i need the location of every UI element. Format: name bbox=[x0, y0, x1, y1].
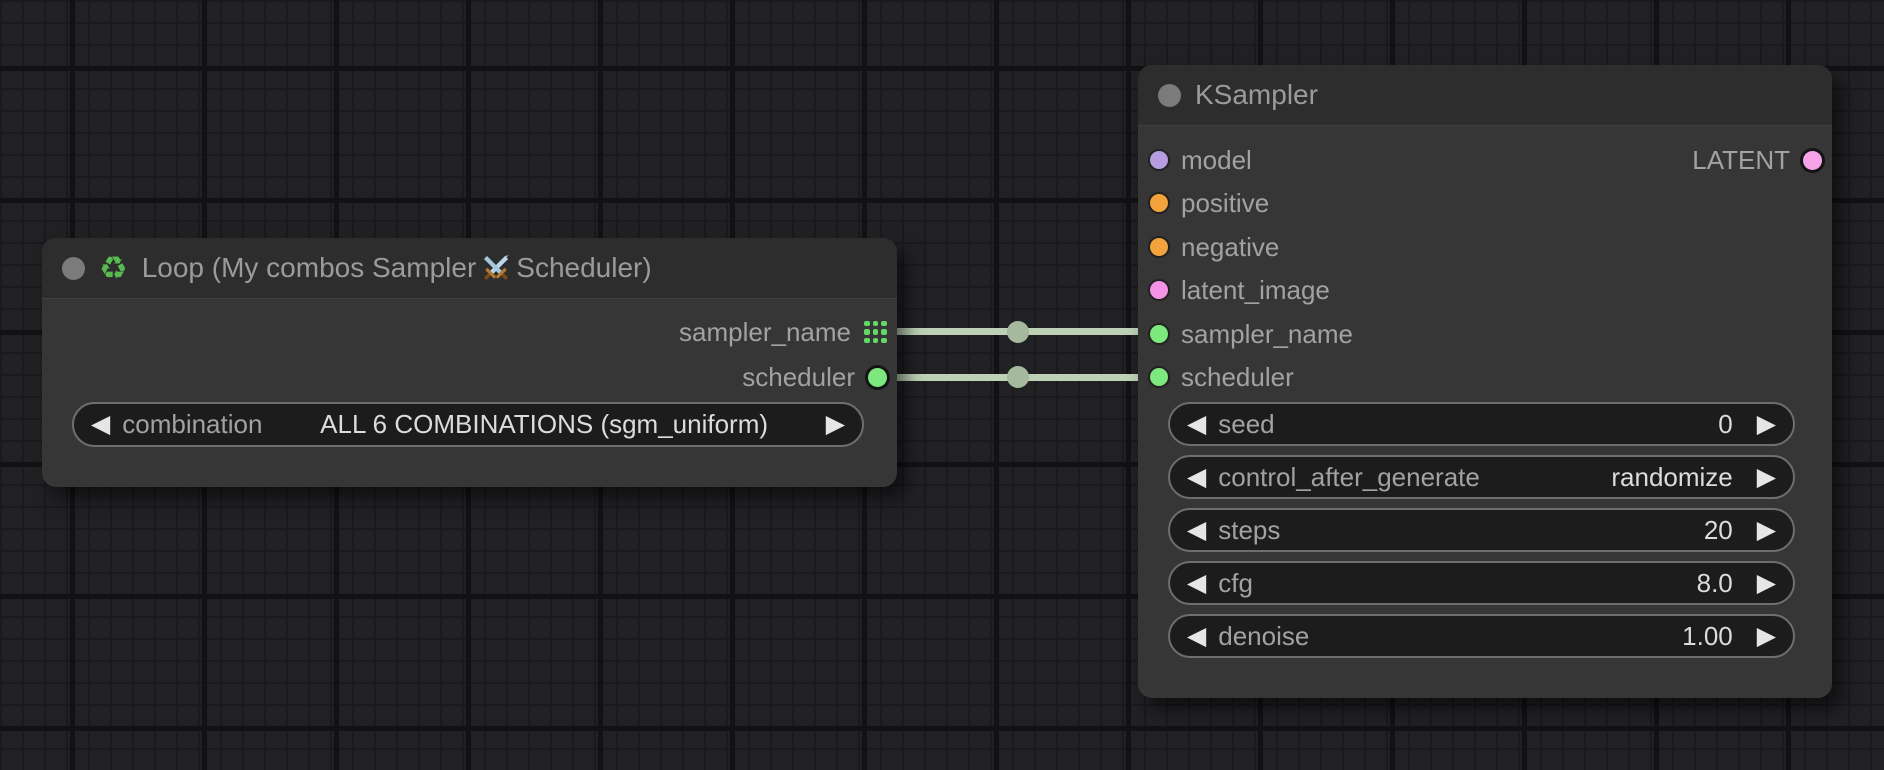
collapse-dot[interactable] bbox=[1158, 84, 1181, 107]
slot-label: scheduler bbox=[1181, 362, 1294, 393]
increment-arrow-icon[interactable]: ▶ bbox=[1757, 412, 1776, 437]
crossed-swords-icon bbox=[479, 251, 513, 285]
widget-value: 0 bbox=[1718, 409, 1732, 440]
loop-node-title: Loop (My combos Sampler Scheduler) bbox=[142, 251, 652, 285]
combination-widget[interactable]: ◀ combination ALL 6 COMBINATIONS (sgm_un… bbox=[72, 402, 864, 447]
link-midpoint-dot[interactable] bbox=[1007, 321, 1029, 343]
input-dot[interactable] bbox=[1150, 325, 1168, 343]
decrement-arrow-icon[interactable]: ◀ bbox=[1187, 571, 1206, 596]
slot-label: sampler_name bbox=[1181, 319, 1353, 350]
node-ksampler: KSampler model positive negative latent_… bbox=[1138, 65, 1832, 698]
widget-value: ALL 6 COMBINATIONS (sgm_uniform) bbox=[274, 409, 813, 440]
output-slot-latent: LATENT bbox=[1692, 143, 1822, 177]
input-slot-latent-image: latent_image bbox=[1150, 273, 1330, 307]
ksampler-node-titlebar[interactable]: KSampler bbox=[1138, 65, 1832, 126]
combo-grid-output-icon[interactable] bbox=[864, 321, 887, 344]
link-midpoint-dot[interactable] bbox=[1007, 366, 1029, 388]
input-dot[interactable] bbox=[1150, 368, 1168, 386]
steps-widget[interactable]: ◀ steps 20 ▶ bbox=[1168, 508, 1795, 552]
denoise-widget[interactable]: ◀ denoise 1.00 ▶ bbox=[1168, 614, 1795, 658]
link-wire-scheduler[interactable] bbox=[893, 374, 1165, 381]
input-slot-sampler-name: sampler_name bbox=[1150, 317, 1353, 351]
input-slot-model: model bbox=[1150, 143, 1252, 177]
widget-label: cfg bbox=[1218, 568, 1253, 599]
widget-label: denoise bbox=[1218, 621, 1309, 652]
slot-label: positive bbox=[1181, 188, 1269, 219]
input-dot[interactable] bbox=[1150, 281, 1168, 299]
widget-value: randomize bbox=[1611, 462, 1732, 493]
widget-value: 8.0 bbox=[1697, 568, 1733, 599]
widget-label: seed bbox=[1218, 409, 1274, 440]
input-slot-negative: negative bbox=[1150, 230, 1279, 264]
decrement-arrow-icon[interactable]: ◀ bbox=[1187, 624, 1206, 649]
node-graph-canvas[interactable]: ♻ Loop (My combos Sampler bbox=[0, 0, 1884, 770]
increment-arrow-icon[interactable]: ▶ bbox=[826, 412, 845, 437]
output-slot-scheduler: scheduler bbox=[742, 360, 887, 394]
widget-label: combination bbox=[122, 409, 262, 440]
slot-label: LATENT bbox=[1692, 145, 1790, 176]
output-dot[interactable] bbox=[1803, 151, 1822, 170]
decrement-arrow-icon[interactable]: ◀ bbox=[1187, 412, 1206, 437]
output-dot[interactable] bbox=[868, 368, 887, 387]
loop-node-titlebar[interactable]: ♻ Loop (My combos Sampler bbox=[42, 238, 897, 299]
seed-widget[interactable]: ◀ seed 0 ▶ bbox=[1168, 402, 1795, 446]
title-text-after: Scheduler) bbox=[516, 252, 651, 284]
node-loop-combos: ♻ Loop (My combos Sampler bbox=[42, 238, 897, 487]
input-slot-positive: positive bbox=[1150, 186, 1269, 220]
input-dot[interactable] bbox=[1150, 238, 1168, 256]
widget-label: control_after_generate bbox=[1218, 462, 1480, 493]
ksampler-node-title: KSampler bbox=[1195, 79, 1318, 111]
link-wire-sampler-name[interactable] bbox=[893, 328, 1165, 335]
decrement-arrow-icon[interactable]: ◀ bbox=[1187, 518, 1206, 543]
increment-arrow-icon[interactable]: ▶ bbox=[1757, 624, 1776, 649]
slot-label: sampler_name bbox=[679, 317, 851, 348]
widget-label: steps bbox=[1218, 515, 1280, 546]
slot-label: latent_image bbox=[1181, 275, 1330, 306]
control-after-generate-widget[interactable]: ◀ control_after_generate randomize ▶ bbox=[1168, 455, 1795, 499]
slot-label: scheduler bbox=[742, 362, 855, 393]
increment-arrow-icon[interactable]: ▶ bbox=[1757, 518, 1776, 543]
widget-value: 1.00 bbox=[1682, 621, 1733, 652]
decrement-arrow-icon[interactable]: ◀ bbox=[1187, 465, 1206, 490]
recycle-icon: ♻ bbox=[99, 252, 128, 284]
title-text-before: Loop (My combos Sampler bbox=[142, 252, 477, 284]
decrement-arrow-icon[interactable]: ◀ bbox=[91, 412, 110, 437]
increment-arrow-icon[interactable]: ▶ bbox=[1757, 571, 1776, 596]
increment-arrow-icon[interactable]: ▶ bbox=[1757, 465, 1776, 490]
slot-label: model bbox=[1181, 145, 1252, 176]
collapse-dot[interactable] bbox=[62, 257, 85, 280]
cfg-widget[interactable]: ◀ cfg 8.0 ▶ bbox=[1168, 561, 1795, 605]
widget-value: 20 bbox=[1704, 515, 1733, 546]
input-dot[interactable] bbox=[1150, 151, 1168, 169]
input-dot[interactable] bbox=[1150, 194, 1168, 212]
output-slot-sampler-name: sampler_name bbox=[679, 315, 887, 349]
input-slot-scheduler: scheduler bbox=[1150, 360, 1294, 394]
slot-label: negative bbox=[1181, 232, 1279, 263]
